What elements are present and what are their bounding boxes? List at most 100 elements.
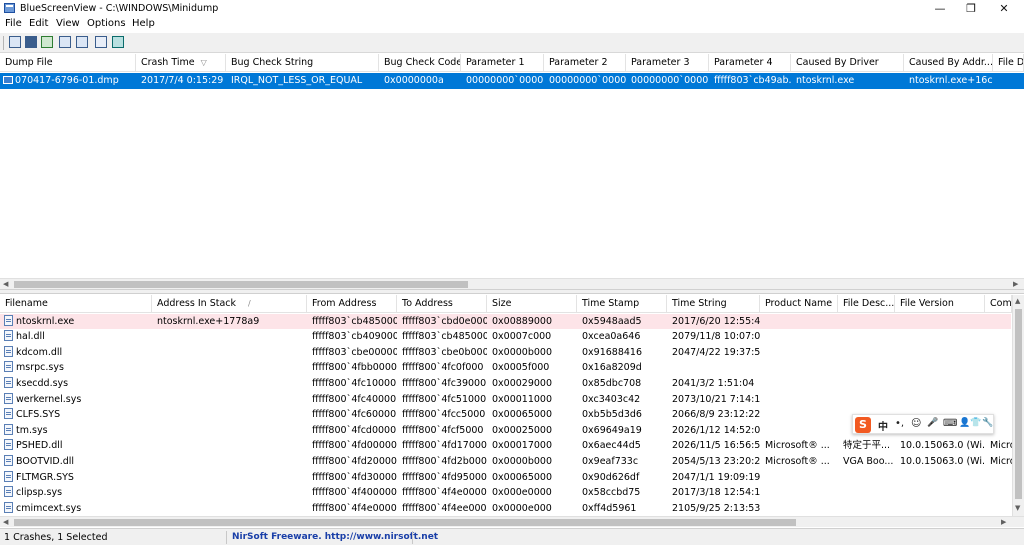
dump-list-hscroll-thumb[interactable] <box>14 281 468 288</box>
exit-icon[interactable] <box>112 36 124 48</box>
cell-time-stamp: 0x16a8209d <box>582 362 642 374</box>
cell-size: 0x00065000 <box>492 409 553 421</box>
driver-list-vscrollbar[interactable]: ▲ ▼ <box>1012 295 1024 516</box>
user-icon[interactable]: 👤 <box>959 418 970 428</box>
col-file-description[interactable]: File De <box>993 54 1024 72</box>
col-parameter-3[interactable]: Parameter 3 <box>626 54 709 72</box>
col-to-address[interactable]: To Address <box>397 295 487 313</box>
status-summary: 1 Crashes, 1 Selected <box>4 532 108 543</box>
col-dump-file[interactable]: Dump File <box>0 54 136 72</box>
col-address-in-stack[interactable]: Address In Stack / <box>152 295 307 313</box>
col-file-version[interactable]: File Version <box>895 295 985 313</box>
microphone-icon[interactable]: 🎤 <box>927 418 938 428</box>
cell-to-address: fffff800`4fd17000 <box>402 440 487 452</box>
find-icon[interactable] <box>95 36 107 48</box>
col-company[interactable]: Comp <box>985 295 1012 313</box>
app-icon <box>4 3 15 13</box>
driver-row[interactable]: PSHED.dll fffff800`4fd00000 fffff800`4fd17… <box>0 438 1012 454</box>
col-product-name[interactable]: Product Name <box>760 295 838 313</box>
cell-to-address: fffff800`4fd2b000 <box>402 455 487 467</box>
driver-file-icon <box>4 470 13 482</box>
emoji-icon[interactable]: ☺ <box>911 418 921 429</box>
driver-row[interactable]: cmimcext.sys fffff800`4f4e0000 fffff800`4f… <box>0 501 1011 516</box>
driver-row[interactable]: ntoskrnl.exe ntoskrnl.exe+1778a9 fffff803`… <box>0 313 1011 330</box>
cell-file-description <box>838 485 895 501</box>
col-crash-time[interactable]: Crash Time ▽ <box>136 54 226 72</box>
driver-file-icon <box>4 314 13 326</box>
save-icon[interactable] <box>25 36 37 48</box>
scroll-right-icon[interactable]: ▶ <box>1001 517 1006 528</box>
ime-mode-toggle[interactable]: 中 <box>878 418 888 433</box>
cell-time-stamp: 0xcea0a646 <box>582 331 641 343</box>
keyboard-icon[interactable]: ⌨ <box>943 418 957 429</box>
col-parameter-2[interactable]: Parameter 2 <box>544 54 626 72</box>
ime-logo[interactable]: S <box>855 417 871 433</box>
ime-punctuation-toggle[interactable]: •, <box>895 418 904 429</box>
copy-icon[interactable] <box>59 36 71 48</box>
col-bug-check-code[interactable]: Bug Check Code <box>379 54 461 72</box>
cell-from-address: fffff800`4f4e0000 <box>312 502 397 514</box>
wrench-icon[interactable]: 🔧 <box>982 418 993 428</box>
dump-row[interactable]: 070417-6796-01.dmp 2017/7/4 0:15:29 IRQL… <box>0 73 1024 89</box>
dump-file-list[interactable]: Dump File Crash Time ▽ Bug Check String B… <box>0 54 1024 289</box>
menu-edit[interactable]: Edit <box>29 18 48 29</box>
cell-file-description <box>838 360 895 376</box>
col-size[interactable]: Size <box>487 295 577 313</box>
cell-company: Micro <box>990 455 1012 467</box>
cell-filename: hal.dll <box>0 329 152 345</box>
scroll-up-icon[interactable]: ▲ <box>1015 297 1020 305</box>
col-filename[interactable]: Filename <box>0 295 152 313</box>
scroll-left-icon[interactable]: ◀ <box>3 517 8 528</box>
cell-address-in-stack <box>152 392 307 408</box>
cell-file-version <box>895 345 985 361</box>
html-report-icon[interactable] <box>76 36 88 48</box>
cell-address-in-stack <box>152 345 307 361</box>
col-time-string[interactable]: Time String <box>667 295 760 313</box>
col-file-description[interactable]: File Desc... <box>838 295 895 313</box>
col-time-stamp[interactable]: Time Stamp <box>577 295 667 313</box>
col-parameter-1[interactable]: Parameter 1 <box>461 54 544 72</box>
driver-list[interactable]: Filename Address In Stack / From Address … <box>0 295 1012 516</box>
nirsoft-link[interactable]: NirSoft Freeware. http://www.nirsoft.net <box>232 532 438 542</box>
cell-to-address: fffff803`cb485000 <box>402 331 487 343</box>
cell-size: 0x0000b000 <box>492 455 553 467</box>
minimize-button[interactable]: — <box>924 0 956 17</box>
driver-list-vscroll-thumb[interactable] <box>1015 309 1022 499</box>
driver-file-icon <box>4 345 13 357</box>
pane-splitter[interactable] <box>0 289 1024 294</box>
cell-size: 0x0000e000 <box>492 502 552 514</box>
col-from-address[interactable]: From Address <box>307 295 397 313</box>
cell-product-name <box>760 314 838 330</box>
properties-icon[interactable] <box>9 36 21 48</box>
driver-row[interactable]: kdcom.dll fffff803`cbe00000 fffff803`cbe0b… <box>0 345 1011 361</box>
driver-list-hscroll-thumb[interactable] <box>14 519 796 526</box>
menu-help[interactable]: Help <box>132 18 155 29</box>
driver-row[interactable]: FLTMGR.SYS fffff800`4fd30000 fffff800`4fd9… <box>0 470 1011 486</box>
dump-list-hscrollbar[interactable]: ◀ ▶ <box>0 278 1024 289</box>
col-bug-check-string[interactable]: Bug Check String <box>226 54 379 72</box>
cell-time-string: 2026/11/5 16:56:53 <box>672 440 760 452</box>
driver-row[interactable]: hal.dll fffff803`cb409000 fffff803`cb48500… <box>0 329 1011 345</box>
cell-filename: tm.sys <box>0 423 152 439</box>
driver-row[interactable]: msrpc.sys fffff800`4fbb0000 fffff800`4fc0f… <box>0 360 1011 376</box>
menu-file[interactable]: File <box>5 18 22 29</box>
cell-size: 0x00029000 <box>492 377 553 389</box>
refresh-icon[interactable] <box>41 36 53 48</box>
col-parameter-4[interactable]: Parameter 4 <box>709 54 791 72</box>
maximize-button[interactable]: ❐ <box>955 0 987 17</box>
toolbar <box>0 33 1024 53</box>
driver-list-hscrollbar[interactable]: ◀ ▶ <box>0 516 1024 527</box>
col-caused-by-driver[interactable]: Caused By Driver <box>791 54 904 72</box>
cell-size: 0x00065000 <box>492 471 553 483</box>
driver-row[interactable]: werkernel.sys fffff800`4fc40000 fffff800`4… <box>0 392 1011 408</box>
menu-options[interactable]: Options <box>87 18 126 29</box>
skin-icon[interactable]: 👕 <box>970 418 981 428</box>
col-caused-by-address[interactable]: Caused By Addr... <box>904 54 993 72</box>
driver-row[interactable]: ksecdd.sys fffff800`4fc10000 fffff800`4fc3… <box>0 376 1011 392</box>
menu-view[interactable]: View <box>56 18 80 29</box>
driver-row[interactable]: clipsp.sys fffff800`4f400000 fffff800`4f4e… <box>0 485 1011 501</box>
close-button[interactable]: ✕ <box>988 0 1020 17</box>
ime-toolbar[interactable]: S 中 •, ☺ 🎤 ⌨ 👤 👕 🔧 <box>852 414 994 434</box>
scroll-down-icon[interactable]: ▼ <box>1015 504 1020 512</box>
driver-row[interactable]: BOOTVID.dll fffff800`4fd20000 fffff800`4fd… <box>0 454 1012 470</box>
